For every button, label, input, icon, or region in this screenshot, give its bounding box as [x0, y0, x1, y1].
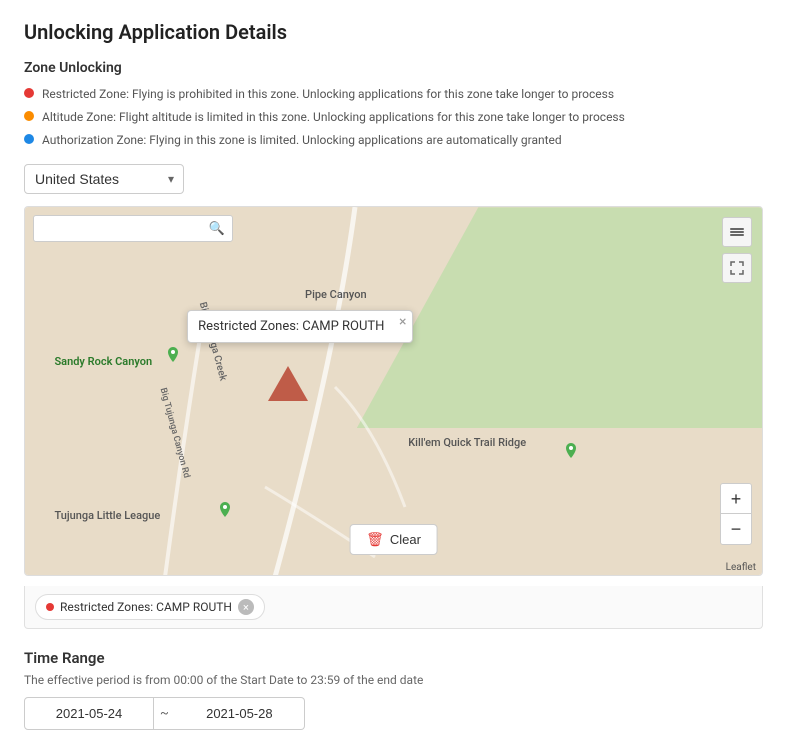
end-date-input[interactable]: [175, 697, 305, 730]
selected-zones-list: Restricted Zones: CAMP ROUTH ×: [24, 586, 763, 629]
time-range-title: Time Range: [24, 649, 763, 667]
page-title: Unlocking Application Details: [24, 20, 763, 44]
fullscreen-button[interactable]: [722, 253, 752, 283]
country-select-wrapper: United States Canada United Kingdom Aust…: [24, 164, 184, 194]
legend-item-authorization: Authorization Zone: Flying in this zone …: [24, 132, 763, 149]
trash-icon: 🗑: [366, 531, 384, 548]
legend-list: Restricted Zone: Flying is prohibited in…: [24, 86, 763, 148]
start-date-input[interactable]: [24, 697, 154, 730]
clear-button-label: Clear: [390, 532, 421, 547]
map-controls: [722, 217, 752, 283]
map-popup-text: Restricted Zones: CAMP ROUTH: [198, 319, 384, 334]
killem-pin-icon: [563, 443, 579, 467]
search-icon: 🔍: [209, 221, 225, 236]
map-search-wrapper: 🔍: [33, 215, 233, 242]
map-search-input[interactable]: [33, 215, 233, 242]
time-range-section: Time Range The effective period is from …: [24, 649, 763, 730]
altitude-zone-dot: [24, 111, 34, 121]
zone-tag-remove-button[interactable]: ×: [238, 599, 254, 615]
time-range-hint: The effective period is from 00:00 of th…: [24, 673, 763, 687]
country-select[interactable]: United States Canada United Kingdom Aust…: [24, 164, 184, 194]
restricted-zone-marker[interactable]: [268, 366, 308, 401]
map-popup-close-icon[interactable]: ×: [399, 315, 406, 329]
map-zoom-controls: + −: [720, 483, 752, 545]
leaflet-credit: Leaflet: [726, 562, 756, 573]
clear-btn-wrapper: 🗑 Clear: [349, 524, 438, 555]
date-separator: ~: [154, 697, 175, 730]
authorization-zone-text: Authorization Zone: Flying in this zone …: [42, 132, 562, 149]
tujunga-league-pin-icon: [217, 502, 233, 526]
zone-tag-label: Restricted Zones: CAMP ROUTH: [60, 600, 232, 614]
restricted-zone-dot: [24, 88, 34, 98]
clear-button[interactable]: 🗑 Clear: [349, 524, 438, 555]
legend-item-restricted: Restricted Zone: Flying is prohibited in…: [24, 86, 763, 103]
zone-tag-camp-routh: Restricted Zones: CAMP ROUTH ×: [35, 594, 265, 620]
authorization-zone-dot: [24, 134, 34, 144]
layers-button[interactable]: [722, 217, 752, 247]
date-range-row: ~: [24, 697, 763, 730]
zone-unlocking-section: Zone Unlocking Restricted Zone: Flying i…: [24, 60, 763, 148]
restricted-zone-text: Restricted Zone: Flying is prohibited in…: [42, 86, 614, 103]
sandy-rock-pin-icon: [165, 347, 181, 371]
zone-tag-dot: [46, 603, 54, 611]
layers-icon: [729, 224, 745, 240]
map-container[interactable]: Pipe Canyon Sandy Rock Canyon Big Tujung…: [24, 206, 763, 576]
zoom-in-button[interactable]: +: [721, 484, 751, 514]
altitude-zone-text: Altitude Zone: Flight altitude is limite…: [42, 109, 625, 126]
zoom-out-button[interactable]: −: [721, 514, 751, 544]
legend-item-altitude: Altitude Zone: Flight altitude is limite…: [24, 109, 763, 126]
map-popup: Restricted Zones: CAMP ROUTH ×: [187, 310, 413, 343]
fullscreen-icon: [730, 261, 744, 275]
zone-unlocking-title: Zone Unlocking: [24, 60, 763, 76]
